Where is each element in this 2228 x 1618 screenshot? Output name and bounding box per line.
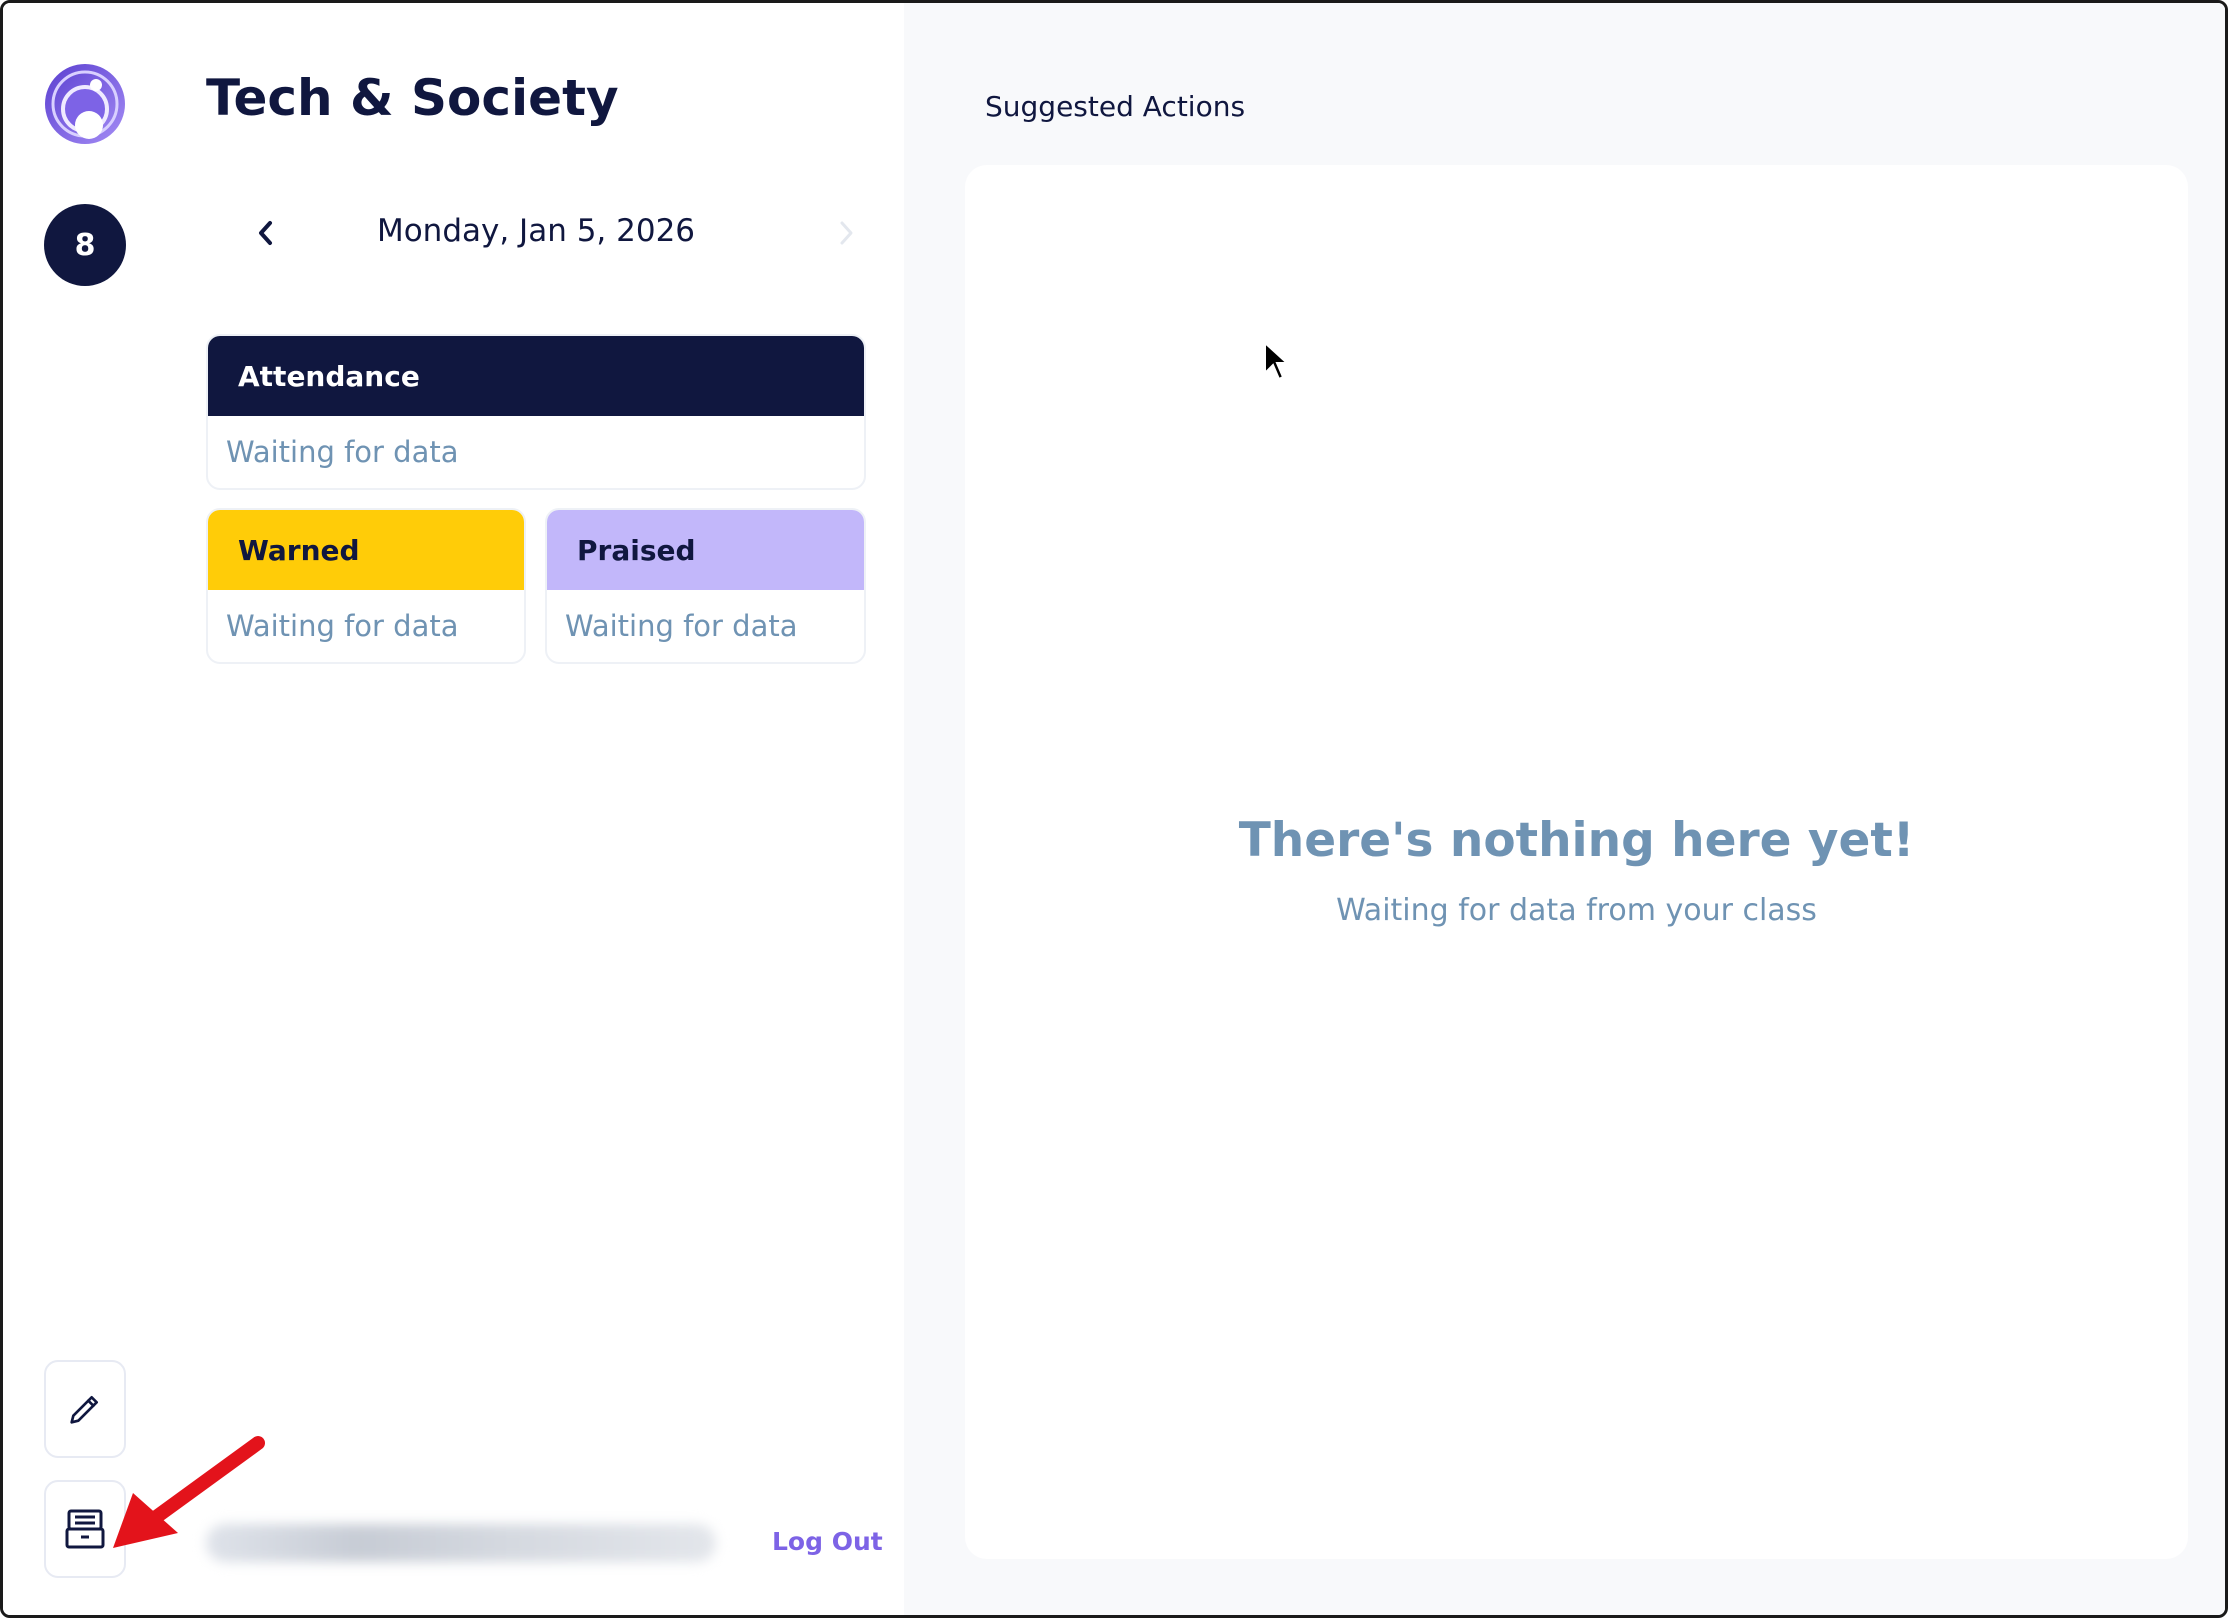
mouse-cursor-icon — [1264, 341, 1290, 381]
class-panel: Tech & Society Monday, Jan 5, 2026 Atten… — [166, 3, 904, 1615]
warned-card-status: Waiting for data — [226, 609, 459, 643]
next-day-button — [826, 213, 866, 253]
date-label: Monday, Jan 5, 2026 — [376, 213, 696, 249]
praised-card-status: Waiting for data — [565, 609, 798, 643]
annotation-arrow-icon — [113, 1436, 265, 1548]
warned-card[interactable]: Warned Waiting for data — [206, 508, 526, 664]
class-count-badge[interactable]: 8 — [44, 204, 126, 286]
chevron-left-icon — [259, 221, 272, 245]
left-rail: 8 — [3, 3, 166, 1615]
previous-day-button[interactable] — [246, 213, 286, 253]
archive-icon — [65, 1509, 105, 1549]
attendance-card-label: Attendance — [208, 336, 864, 416]
warned-card-label: Warned — [208, 510, 524, 590]
suggested-actions-card: There's nothing here yet! Waiting for da… — [965, 165, 2188, 1559]
attendance-card[interactable]: Attendance Waiting for data — [206, 334, 866, 490]
empty-state-subtitle: Waiting for data from your class — [1336, 893, 1817, 928]
praised-card[interactable]: Praised Waiting for data — [545, 508, 866, 664]
date-navigator: Monday, Jan 5, 2026 — [206, 199, 866, 267]
suggested-actions-title: Suggested Actions — [985, 90, 1246, 123]
chevron-right-icon — [840, 221, 853, 245]
user-email-redacted — [206, 1524, 716, 1562]
class-title: Tech & Society — [206, 69, 619, 127]
attendance-card-status: Waiting for data — [226, 435, 459, 469]
praised-card-label: Praised — [547, 510, 864, 590]
empty-state-title: There's nothing here yet! — [1238, 813, 1915, 868]
suggested-actions-panel: Suggested Actions There's nothing here y… — [904, 3, 2225, 1615]
pencil-icon — [70, 1396, 98, 1424]
app-window: 8 Tech & Society Monday, Jan 5, 2026 Att… — [0, 0, 2228, 1618]
app-logo-icon[interactable] — [44, 63, 126, 145]
log-out-link[interactable]: Log Out — [772, 1527, 883, 1556]
